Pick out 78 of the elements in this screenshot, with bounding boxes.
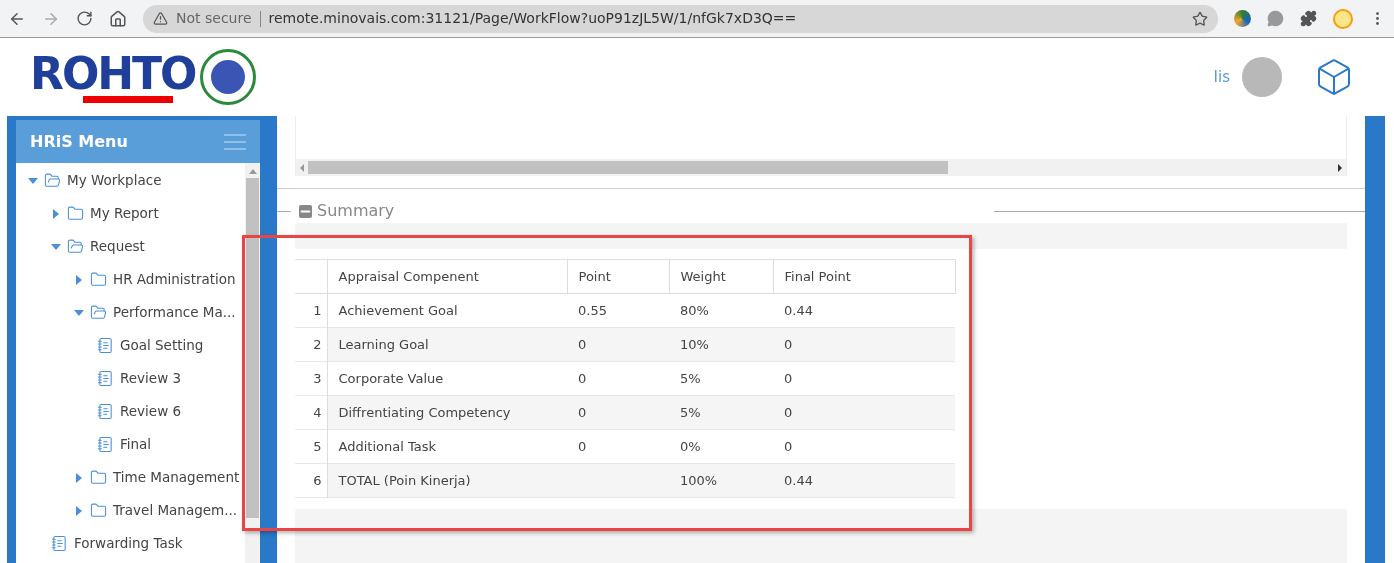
puzzle-icon[interactable] xyxy=(1300,10,1317,27)
url-text: remote.minovais.com:31121/Page/WorkFlow?uoP91zJL5W/1/nfGk7xD3Q== xyxy=(268,9,798,28)
table-cell: 0.44 xyxy=(773,293,955,328)
table-cell: Diffrentiating Competency xyxy=(327,395,567,430)
table-cell: Additional Task xyxy=(327,429,567,464)
star-icon[interactable] xyxy=(1192,10,1208,27)
tree-item[interactable]: Travel Managem... xyxy=(113,500,238,521)
scrollbar[interactable] xyxy=(245,163,260,563)
table-cell: 0 xyxy=(773,395,955,430)
folder-icon xyxy=(90,469,107,486)
row-number: 4 xyxy=(295,395,327,430)
tree-item[interactable]: Goal Setting xyxy=(120,335,204,356)
tree-item[interactable]: Request xyxy=(90,236,145,257)
table-cell: 0% xyxy=(669,429,773,464)
reload-icon[interactable] xyxy=(76,10,93,27)
collapse-icon[interactable] xyxy=(299,204,312,218)
logo-wordmark: ROHTO xyxy=(30,51,196,103)
row-number: 6 xyxy=(295,463,327,498)
column-header[interactable]: Appraisal Compenent xyxy=(327,259,567,294)
table-cell: 0 xyxy=(567,429,669,464)
column-header[interactable]: Weight xyxy=(669,259,773,294)
folder-icon xyxy=(90,502,107,519)
horizontal-scrollbar[interactable] xyxy=(296,159,1346,176)
home-icon[interactable] xyxy=(109,9,127,28)
column-header[interactable]: Final Point xyxy=(773,259,955,294)
table-cell: Achievement Goal xyxy=(327,293,567,328)
tree-item[interactable]: Final xyxy=(120,434,152,455)
tree-item[interactable]: My Workplace xyxy=(67,170,162,191)
table-cell: 100% xyxy=(669,463,773,498)
caret-down-icon[interactable] xyxy=(51,243,61,250)
table-cell: 0 xyxy=(567,395,669,430)
avatar[interactable] xyxy=(1242,57,1282,97)
table-cell: 0 xyxy=(773,429,955,464)
table-cell: 5% xyxy=(669,361,773,396)
notebook-icon xyxy=(97,436,114,453)
folder-icon xyxy=(90,304,107,321)
section-title: Summary xyxy=(317,200,395,222)
table-cell: Corporate Value xyxy=(327,361,567,396)
tree-item[interactable]: HR Administration xyxy=(113,269,236,290)
table-cell: 0 xyxy=(773,361,955,396)
notebook-icon xyxy=(97,403,114,420)
row-number: 5 xyxy=(295,429,327,464)
folder-icon xyxy=(44,172,61,189)
warning-icon xyxy=(153,11,168,26)
sidebar-title: HRiS Menu xyxy=(30,130,128,153)
notebook-icon xyxy=(97,370,114,387)
table-cell: TOTAL (Poin Kinerja) xyxy=(327,463,567,498)
tree-item[interactable]: My Report xyxy=(90,203,159,224)
globe-icon[interactable] xyxy=(1234,10,1251,27)
folder-icon xyxy=(67,205,84,222)
table-cell: 0.44 xyxy=(773,463,955,498)
column-header[interactable]: Point xyxy=(567,259,669,294)
security-label: Not secure xyxy=(176,9,252,28)
caret-down-icon[interactable] xyxy=(74,309,84,316)
row-number: 2 xyxy=(295,327,327,362)
table-cell: 0.55 xyxy=(567,293,669,328)
caret-down-icon[interactable] xyxy=(28,177,38,184)
folder-icon xyxy=(90,271,107,288)
tree-item[interactable]: Review 3 xyxy=(120,368,182,389)
table-cell: 5% xyxy=(669,395,773,430)
tree-item[interactable]: Performance Ma... xyxy=(113,302,236,323)
speech-bubble-icon[interactable] xyxy=(1267,10,1284,27)
table-cell: 10% xyxy=(669,327,773,362)
table-cell: Learning Goal xyxy=(327,327,567,362)
address-bar[interactable]: Not secure remote.minovais.com:31121/Page/WorkFlow?uoP91zJL5W/1/nfGk7xD3Q== xyxy=(143,4,1218,33)
tree-item[interactable]: Forwarding Task xyxy=(74,533,183,554)
table-cell: 0 xyxy=(567,361,669,396)
tree-item[interactable]: Review 6 xyxy=(120,401,182,422)
folder-icon xyxy=(67,238,84,255)
notebook-icon xyxy=(51,535,68,552)
row-number: 1 xyxy=(295,293,327,328)
tree-item[interactable]: Time Management xyxy=(113,467,240,488)
notebook-icon xyxy=(97,337,114,354)
table-cell: 0 xyxy=(567,327,669,362)
row-number: 3 xyxy=(295,361,327,396)
table-cell: 80% xyxy=(669,293,773,328)
table-cell: 0 xyxy=(773,327,955,362)
profile-icon[interactable] xyxy=(1333,8,1353,29)
